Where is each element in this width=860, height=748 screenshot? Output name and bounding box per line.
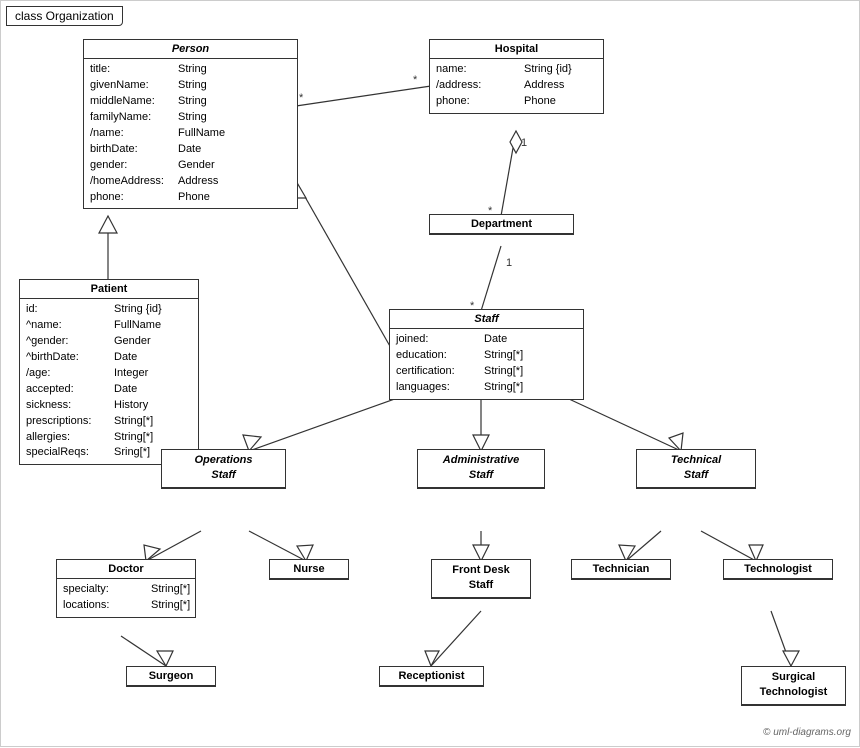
class-patient-header: Patient (20, 280, 198, 299)
copyright: © uml-diagrams.org (763, 727, 851, 738)
class-receptionist: Receptionist (379, 666, 484, 687)
class-front-desk-staff: Front DeskStaff (431, 559, 531, 599)
class-patient-body: id:String {id} ^name:FullName ^gender:Ge… (20, 299, 198, 464)
class-person-body: title:String givenName:String middleName… (84, 59, 297, 208)
class-doctor-body: specialty:String[*] locations:String[*] (57, 579, 195, 617)
diagram-container: class Organization * * 1 * 1 * (0, 0, 860, 747)
class-surgeon-header: Surgeon (127, 667, 215, 686)
class-front-desk-staff-header: Front DeskStaff (432, 560, 530, 598)
svg-text:1: 1 (506, 257, 512, 269)
class-department: Department (429, 214, 574, 235)
class-nurse-header: Nurse (270, 560, 348, 579)
class-surgical-technologist-header: SurgicalTechnologist (742, 667, 845, 705)
svg-text:1: 1 (521, 137, 527, 149)
class-staff: Staff joined:Date education:String[*] ce… (389, 309, 584, 400)
class-person: Person title:String givenName:String mid… (83, 39, 298, 209)
class-person-header: Person (84, 40, 297, 59)
class-administrative-staff: AdministrativeStaff (417, 449, 545, 489)
class-surgical-technologist: SurgicalTechnologist (741, 666, 846, 706)
svg-text:*: * (413, 74, 418, 86)
class-staff-body: joined:Date education:String[*] certific… (390, 329, 583, 399)
class-department-header: Department (430, 215, 573, 234)
class-technologist-header: Technologist (724, 560, 832, 579)
class-technical-staff: TechnicalStaff (636, 449, 756, 489)
class-operations-staff-header: OperationsStaff (162, 450, 285, 488)
svg-text:*: * (299, 92, 304, 104)
class-surgeon: Surgeon (126, 666, 216, 687)
class-technical-staff-header: TechnicalStaff (637, 450, 755, 488)
class-nurse: Nurse (269, 559, 349, 580)
class-doctor: Doctor specialty:String[*] locations:Str… (56, 559, 196, 618)
diagram-title: class Organization (6, 6, 123, 26)
class-hospital: Hospital name:String {id} /address:Addre… (429, 39, 604, 114)
class-operations-staff: OperationsStaff (161, 449, 286, 489)
class-staff-header: Staff (390, 310, 583, 329)
class-technician: Technician (571, 559, 671, 580)
class-hospital-body: name:String {id} /address:Address phone:… (430, 59, 603, 113)
class-patient: Patient id:String {id} ^name:FullName ^g… (19, 279, 199, 465)
class-technician-header: Technician (572, 560, 670, 579)
class-technologist: Technologist (723, 559, 833, 580)
class-doctor-header: Doctor (57, 560, 195, 579)
class-administrative-staff-header: AdministrativeStaff (418, 450, 544, 488)
class-receptionist-header: Receptionist (380, 667, 483, 686)
class-hospital-header: Hospital (430, 40, 603, 59)
